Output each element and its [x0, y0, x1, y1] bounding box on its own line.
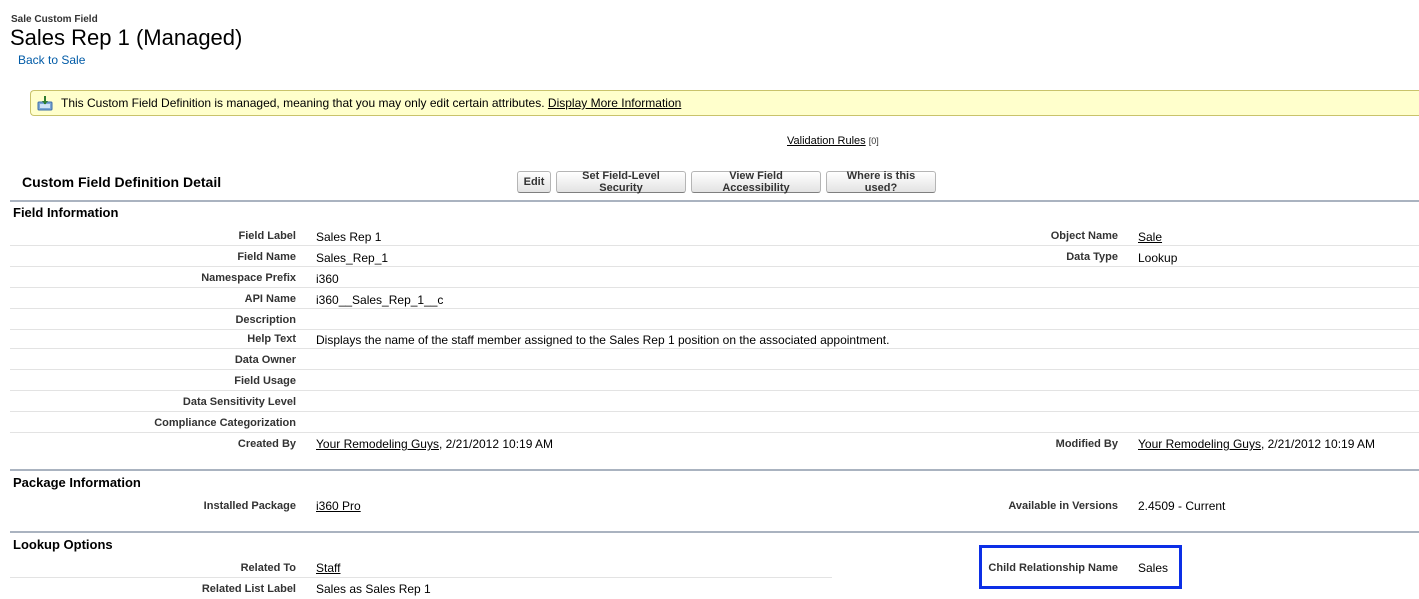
back-to-sale-link[interactable]: Back to Sale [18, 53, 85, 67]
edit-button[interactable]: Edit [517, 171, 551, 193]
view-field-accessibility-button[interactable]: View Field Accessibility [691, 170, 821, 194]
table-row: Field Usage [10, 370, 1419, 391]
installed-package-link[interactable]: i360 Pro [316, 499, 361, 513]
display-more-info-link[interactable]: Display More Information [548, 96, 681, 110]
field-usage-label: Field Usage [234, 375, 296, 387]
table-row: Installed Package i360 Pro Available in … [10, 495, 1419, 516]
field-label-value: Sales Rep 1 [316, 230, 382, 244]
related-list-label-value: Sales as Sales Rep 1 [316, 582, 431, 596]
table-row: Data Owner [10, 349, 1419, 370]
api-name-value: i360__Sales_Rep_1__c [316, 293, 444, 307]
table-row: Related List Label Sales as Sales Rep 1 [10, 578, 832, 599]
help-text-value: Displays the name of the staff member as… [316, 333, 890, 347]
data-type-value: Lookup [1138, 251, 1178, 265]
page-title: Sales Rep 1 (Managed) [10, 25, 243, 50]
modified-by-user-link[interactable]: Your Remodeling Guys [1138, 437, 1261, 451]
object-name-link[interactable]: Sale [1138, 230, 1162, 244]
namespace-prefix-value: i360 [316, 272, 339, 286]
related-to-link[interactable]: Staff [316, 561, 340, 575]
description-label: Description [235, 314, 296, 326]
table-row: Field Name Sales_Rep_1 Data Type Lookup [10, 246, 1419, 267]
field-name-label: Field Name [237, 251, 296, 263]
table-row: API Name i360__Sales_Rep_1__c [10, 288, 1419, 309]
created-by-user-link[interactable]: Your Remodeling Guys [316, 437, 439, 451]
table-row: Created By Your Remodeling Guys, 2/21/20… [10, 433, 1419, 454]
lookup-options-heading: Lookup Options [13, 537, 113, 552]
related-to-label: Related To [240, 562, 296, 574]
table-row: Related To Staff [10, 557, 832, 578]
field-information-heading: Field Information [13, 205, 119, 220]
child-relationship-label: Child Relationship Name [988, 562, 1118, 574]
created-by-date: , 2/21/2012 10:19 AM [438, 437, 554, 451]
validation-rules: Validation Rules [0] [787, 135, 879, 147]
table-row: Description [10, 309, 1419, 330]
api-name-label: API Name [244, 293, 296, 305]
available-versions-label: Available in Versions [1008, 500, 1118, 512]
notice-text: This Custom Field Definition is managed,… [61, 96, 545, 110]
data-sensitivity-label: Data Sensitivity Level [182, 396, 296, 408]
created-by-label: Created By [237, 438, 296, 450]
compliance-label: Compliance Categorization [154, 417, 296, 429]
section-divider [10, 469, 1419, 471]
page-supertitle: Sale Custom Field [11, 14, 98, 25]
section-divider [10, 200, 1419, 202]
modified-by-value: Your Remodeling Guys, 2/21/2012 10:19 AM [1138, 437, 1375, 451]
set-field-level-security-button[interactable]: Set Field-Level Security [556, 170, 686, 194]
table-row: Data Sensitivity Level [10, 391, 1419, 412]
data-type-label: Data Type [1066, 251, 1118, 263]
package-information-heading: Package Information [13, 475, 141, 490]
validation-rules-count: [0] [868, 136, 879, 146]
detail-title: Custom Field Definition Detail [22, 174, 222, 190]
table-row: Field Label Sales Rep 1 Object Name Sale [10, 225, 1419, 246]
installed-package-label: Installed Package [203, 500, 296, 512]
where-is-this-used-button[interactable]: Where is this used? [826, 170, 936, 194]
validation-rules-link[interactable]: Validation Rules [787, 135, 866, 147]
section-divider [10, 531, 1419, 533]
managed-notice: This Custom Field Definition is managed,… [30, 90, 1419, 116]
child-relationship-value: Sales [1138, 561, 1169, 575]
namespace-prefix-label: Namespace Prefix [201, 272, 296, 284]
download-icon [37, 96, 53, 111]
object-name-label: Object Name [1050, 230, 1118, 242]
help-text-label: Help Text [247, 333, 296, 345]
available-versions-value: 2.4509 - Current [1138, 499, 1226, 513]
modified-by-date: , 2/21/2012 10:19 AM [1260, 437, 1376, 451]
table-row: Namespace Prefix i360 [10, 267, 1419, 288]
field-name-value: Sales_Rep_1 [316, 251, 389, 265]
table-row: Help Text Displays the name of the staff… [10, 328, 1419, 349]
field-label-label: Field Label [238, 230, 296, 242]
related-list-label-label: Related List Label [201, 583, 296, 595]
modified-by-label: Modified By [1055, 438, 1118, 450]
table-row: Compliance Categorization [10, 412, 1419, 433]
created-by-value: Your Remodeling Guys, 2/21/2012 10:19 AM [316, 437, 553, 451]
data-owner-label: Data Owner [234, 354, 296, 366]
